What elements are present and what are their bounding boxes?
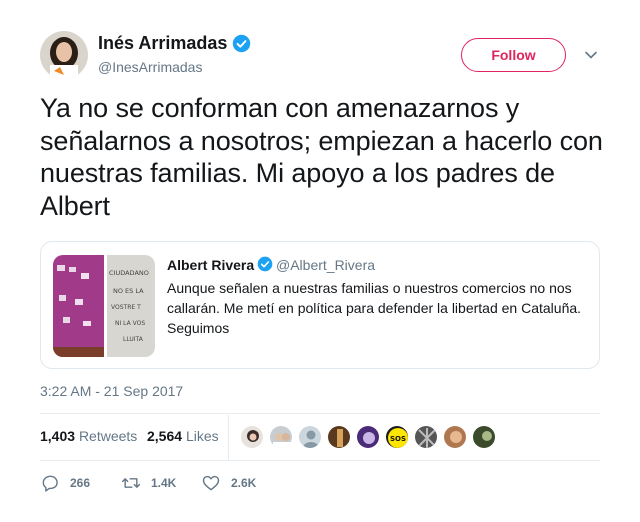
retweets-stat[interactable]: 1,403 Retweets bbox=[40, 428, 137, 444]
quoted-tweet[interactable]: CIUDADANO NO ES LA VOSTRE T NI LA VOS LL… bbox=[40, 241, 600, 369]
retweets-count: 1,403 bbox=[40, 428, 76, 444]
photo-text-line-3: NI LA VOS bbox=[115, 320, 145, 327]
reply-button[interactable]: 266 bbox=[40, 473, 90, 493]
author-handle[interactable]: @InesArrimadas bbox=[98, 59, 202, 75]
liker-avatar[interactable] bbox=[240, 425, 264, 449]
sos-text: SOS bbox=[390, 435, 406, 443]
author-name[interactable]: Inés Arrimadas bbox=[98, 33, 227, 54]
likes-count: 2,564 bbox=[147, 428, 183, 444]
quoted-tweet-photo[interactable]: CIUDADANO NO ES LA VOSTRE T NI LA VOS LL… bbox=[53, 255, 155, 357]
photo-text-line-0: CIUDADANO bbox=[109, 269, 149, 277]
liker-avatar[interactable] bbox=[356, 425, 380, 449]
retweet-icon bbox=[121, 478, 141, 488]
chevron-down-icon[interactable] bbox=[584, 48, 598, 62]
quoted-author-handle[interactable]: @Albert_Rivera bbox=[276, 257, 375, 273]
quoted-tweet-text: Aunque señalen a nuestras familias o nue… bbox=[167, 280, 582, 336]
retweet-button[interactable]: 1.4K bbox=[121, 473, 176, 493]
tweet-timestamp[interactable]: 3:22 AM - 21 Sep 2017 bbox=[40, 383, 183, 399]
reply-icon bbox=[42, 475, 58, 492]
photo-text-line-1: NO ES LA bbox=[113, 287, 144, 295]
tweet-text: Ya no se conforman con amenazarnos y señ… bbox=[40, 93, 603, 221]
liker-avatar[interactable] bbox=[472, 425, 496, 449]
author-avatar[interactable] bbox=[40, 31, 88, 79]
follow-button[interactable]: Follow bbox=[461, 38, 566, 72]
likes-stat[interactable]: 2,564 Likes bbox=[147, 428, 219, 444]
photo-text-line-2: VOSTRE T bbox=[111, 304, 141, 311]
divider bbox=[40, 460, 600, 461]
liker-avatar[interactable] bbox=[443, 425, 467, 449]
photo-text-line-4: LLUITA bbox=[123, 336, 144, 343]
liker-avatar[interactable] bbox=[414, 425, 438, 449]
retweet-count: 1.4K bbox=[151, 476, 177, 490]
verified-badge-icon bbox=[232, 34, 251, 53]
retweets-label: Retweets bbox=[78, 428, 138, 444]
heart-icon bbox=[202, 475, 220, 491]
liker-avatar[interactable] bbox=[298, 425, 322, 449]
liker-avatar[interactable]: SOS bbox=[385, 425, 409, 449]
quoted-verified-badge-icon bbox=[257, 256, 273, 272]
likes-label: Likes bbox=[185, 428, 219, 444]
reply-count: 266 bbox=[70, 476, 91, 490]
liker-avatar[interactable] bbox=[269, 425, 293, 449]
like-count: 2.6K bbox=[231, 476, 257, 490]
divider bbox=[40, 413, 600, 414]
stats-separator bbox=[228, 415, 229, 460]
liker-avatar[interactable] bbox=[327, 425, 351, 449]
like-button[interactable]: 2.6K bbox=[201, 473, 256, 493]
quoted-author-name[interactable]: Albert Rivera bbox=[167, 257, 254, 273]
